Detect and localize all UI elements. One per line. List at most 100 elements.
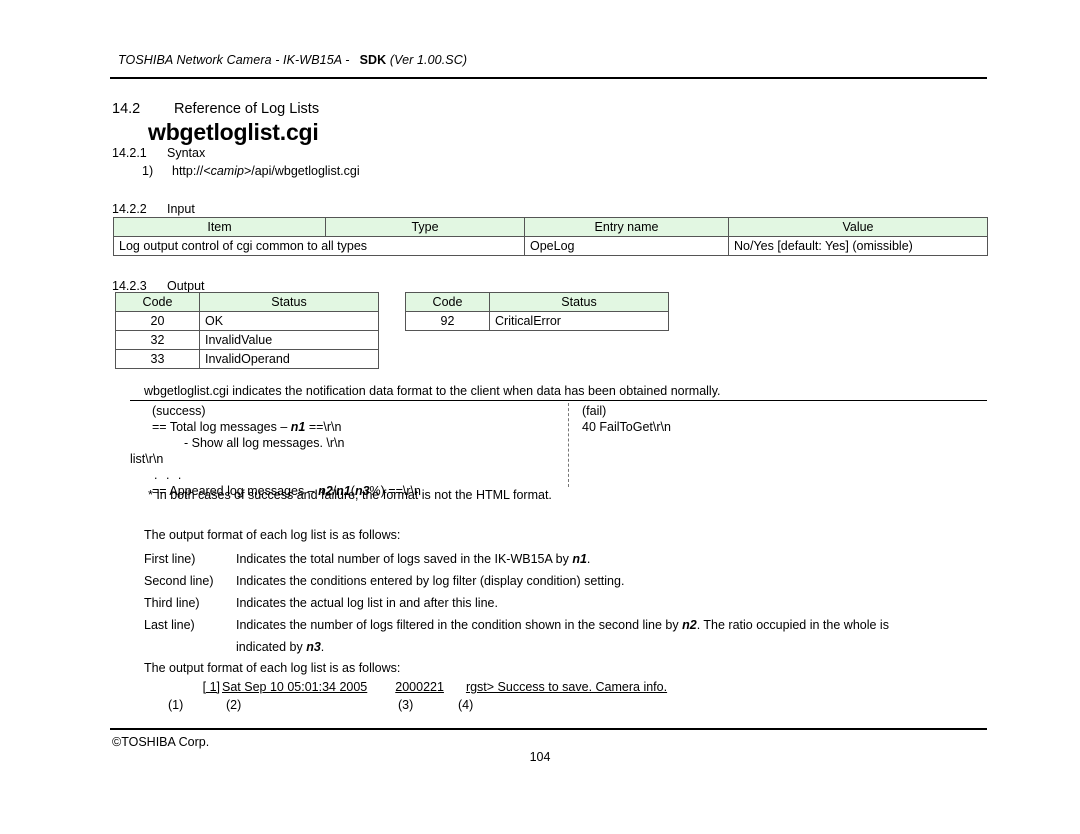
input-col-type: Type [325,217,525,237]
output-table-right: Code Status 92 CriticalError [405,292,669,331]
explanation-var: n3 [306,640,321,654]
section-title: Reference of Log Lists [174,101,320,117]
input-col-item: Item [113,217,326,237]
sample-segment-3: 2000221 [395,680,444,694]
sample-segment-4: rgst> Success to save. Camera info. [465,680,668,694]
syntax-url-variable: <camip> [203,164,252,178]
output-left-status: InvalidOperand [199,349,379,369]
output-table-left: Code Status 20 OK 32 InvalidValue 33 Inv… [115,292,379,369]
subsection-syntax-heading: 14.2.1 Syntax [112,146,205,160]
output-left-status: OK [199,311,379,331]
footer-divider-rule [110,728,987,730]
output-right-code: 92 [405,311,490,331]
list-item: First line) Indicates the total number o… [144,550,994,568]
success-line-3: list\r\n [130,452,164,466]
explanation-body: Indicates the conditions entered by log … [236,574,625,588]
output-left-status: InvalidValue [199,330,379,350]
explanation-label: Last line) [144,618,195,632]
table-row: Log output control of cgi common to all … [113,236,988,256]
footer-page-number: 104 [529,750,551,764]
explanation-body: Indicates the number of logs filtered in… [236,618,889,632]
explanation-label: First line) [144,552,196,566]
explanation-list: First line) Indicates the total number o… [144,550,994,656]
input-col-value: Value [728,217,988,237]
notification-description: wbgetloglist.cgi indicates the notificat… [144,384,721,398]
syntax-item-index: 1) [142,164,154,178]
output-left-code: 20 [115,311,200,331]
explanation-var: n1 [572,552,587,566]
output-right-header-row: Code Status [405,292,669,312]
input-cell-value: No/Yes [default: Yes] (omissible) [728,236,988,256]
output-right-col-status: Status [489,292,669,312]
explanation-label: Third line) [144,596,200,610]
subsection-input-number: 14.2.2 [112,202,147,216]
sample-mark-3: (3) [398,698,414,712]
input-cell-entry-name: OpeLog [524,236,729,256]
notification-footnote: * In both cases of success and failure, … [148,488,552,502]
success-line-1: == Total log messages – n1 ==\r\n [152,420,342,434]
explanation-intro: The output format of each log list is as… [144,528,401,542]
input-col-entry-name: Entry name [524,217,729,237]
sample-log-line: [ 1] Sat Sep 10 05:01:34 2005 2000221 rgst>… [168,680,667,694]
subsection-output-heading: 14.2.3 Output [112,279,205,293]
table-row: 32 InvalidValue [115,330,379,350]
sample-segment-2: Sat Sep 10 05:01:34 2005 [222,680,368,694]
section-number: 14.2 [112,101,141,117]
explanation-continuation: indicated by n3. [236,640,325,654]
input-table: Item Type Entry name Value Log output co… [113,217,988,256]
explanation-var: n2 [682,618,697,632]
running-header-sdk: SDK [359,53,387,67]
table-row: 33 InvalidOperand [115,349,379,369]
subsection-syntax-number: 14.2.1 [112,146,147,160]
explanation-body: Indicates the total number of logs saved… [236,552,591,566]
explanation-body: Indicates the actual log list in and aft… [236,596,498,610]
notification-success-column: (success) == Total log messages – n1 ==\… [130,403,421,499]
running-header-main: TOSHIBA Network Camera - IK-WB15A - [118,53,350,67]
list-item: Second line) Indicates the conditions en… [144,572,994,590]
output-right-col-code: Code [405,292,490,312]
success-line-4: . . . [154,468,184,482]
output-left-col-status: Status [199,292,379,312]
section-heading: 14.2 Reference of Log Lists [112,101,319,117]
input-cell-item: Log output control of cgi common to all … [113,236,525,256]
notification-fail-column: (fail) 40 FailToGet\r\n [582,403,671,435]
running-header: TOSHIBA Network Camera - IK-WB15A - SDK (… [118,53,467,67]
notification-format-box: (success) == Total log messages – n1 ==\… [130,401,987,498]
success-title: (success) [152,404,206,418]
output-left-header-row: Code Status [115,292,379,312]
subsection-output-label: Output [167,279,205,293]
table-row: 92 CriticalError [405,311,669,331]
subsection-output-number: 14.2.3 [112,279,147,293]
success-line-2: - Show all log messages. \r\n [184,436,345,450]
sample-intro: The output format of each log list is as… [144,661,401,675]
syntax-url-prefix: http:// [172,164,204,178]
output-left-code: 33 [115,349,200,369]
input-table-header-row: Item Type Entry name Value [113,217,988,237]
output-left-col-code: Code [115,292,200,312]
subsection-input-heading: 14.2.2 Input [112,202,195,216]
explanation-label: Second line) [144,574,214,588]
sample-mark-4: (4) [458,698,474,712]
fail-line-1: 40 FailToGet\r\n [582,420,671,434]
running-header-version: (Ver 1.00.SC) [389,53,468,67]
subsection-input-label: Input [167,202,195,216]
sample-mark-2: (2) [226,698,242,712]
page-title: wbgetloglist.cgi [148,119,319,145]
output-left-code: 32 [115,330,200,350]
header-divider-rule [110,77,987,79]
fail-title: (fail) [582,404,607,418]
output-right-status: CriticalError [489,311,669,331]
sample-mark-1: (1) [168,698,184,712]
notification-column-divider [568,403,569,487]
subsection-syntax-label: Syntax [167,146,206,160]
table-row: 20 OK [115,311,379,331]
list-item: Last line) Indicates the number of logs … [144,616,994,634]
sample-annotation-marks: (1) (2) (3) (4) [168,698,473,712]
sample-segment-1: [ 1] [202,680,220,694]
list-item: Third line) Indicates the actual log lis… [144,594,994,612]
success-var-n1: n1 [290,420,306,434]
document-page: TOSHIBA Network Camera - IK-WB15A - SDK (… [0,0,1080,834]
footer-copyright: ©TOSHIBA Corp. [112,735,210,749]
syntax-url-line: 1) http://<camip>/api/wbgetloglist.cgi [142,164,360,178]
syntax-url-suffix: /api/wbgetloglist.cgi [251,164,360,178]
